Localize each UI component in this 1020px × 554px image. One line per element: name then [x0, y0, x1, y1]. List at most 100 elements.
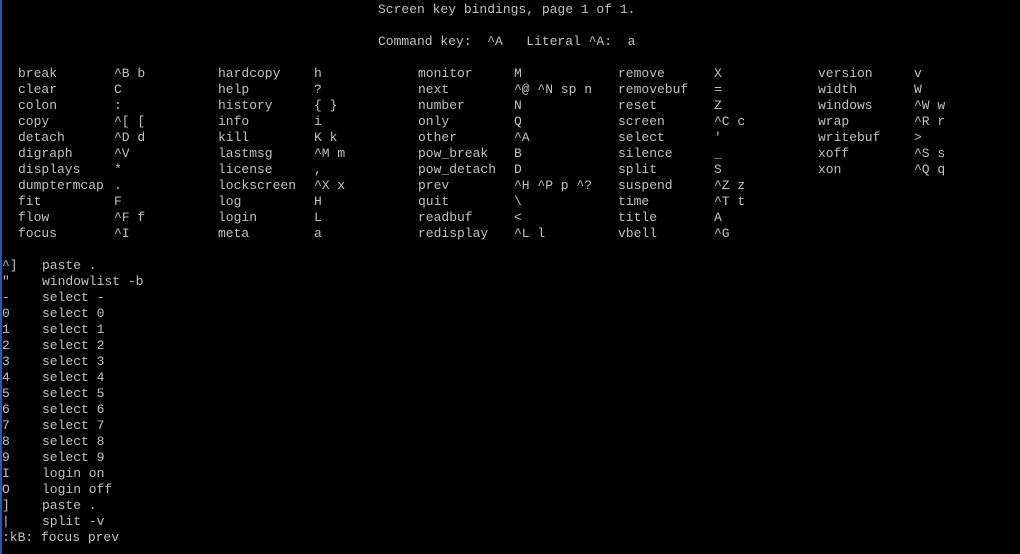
binding-command: xoff: [818, 146, 850, 161]
extra-binding-key: 4: [2, 370, 10, 385]
extra-binding-key: 6: [2, 402, 10, 417]
binding-command: license: [218, 162, 273, 177]
extra-binding-key: 0: [2, 306, 10, 321]
terminal-screen[interactable]: Screen key bindings, page 1 of 1. Comman…: [2, 0, 1020, 554]
extra-binding-command: login on: [42, 466, 105, 481]
binding-key: N: [514, 98, 522, 113]
binding-key: ^S s: [914, 146, 946, 161]
binding-key: ^V: [114, 146, 130, 161]
binding-key: X: [714, 66, 722, 81]
binding-key: ^M m: [314, 146, 346, 161]
binding-key: ^[ [: [114, 114, 146, 129]
extra-binding-command: select 0: [42, 306, 105, 321]
extra-binding-key: 1: [2, 322, 10, 337]
binding-key: .: [114, 178, 122, 193]
extra-binding-command: windowlist -b: [42, 274, 144, 289]
binding-command: lastmsg: [218, 146, 273, 161]
binding-command: only: [418, 114, 450, 129]
binding-command: readbuf: [418, 210, 473, 225]
binding-command: kill: [218, 130, 250, 145]
binding-key: F: [114, 194, 122, 209]
extra-binding-key: 5: [2, 386, 10, 401]
binding-command: history: [218, 98, 273, 113]
extra-binding-command: paste .: [42, 498, 97, 513]
binding-key: ': [714, 130, 722, 145]
binding-command: prev: [418, 178, 450, 193]
binding-key: =: [714, 82, 722, 97]
binding-key: A: [714, 210, 722, 225]
binding-command: other: [418, 130, 458, 145]
extra-binding-key: 2: [2, 338, 10, 353]
binding-key: ^I: [114, 226, 130, 241]
extra-binding-command: split -v: [42, 514, 105, 529]
binding-command: info: [218, 114, 250, 129]
binding-command: displays: [18, 162, 81, 177]
binding-key: ^T t: [714, 194, 746, 209]
binding-key: ^Z z: [714, 178, 746, 193]
binding-command: login: [218, 210, 258, 225]
binding-command: silence: [618, 146, 673, 161]
binding-key: M: [514, 66, 522, 81]
binding-key: { }: [314, 98, 338, 113]
binding-key: >: [914, 130, 922, 145]
binding-key: S: [714, 162, 722, 177]
binding-key: :: [114, 98, 122, 113]
command-key-line: Command key: ^A Literal ^A: a: [378, 34, 636, 49]
extra-binding-key: ^]: [2, 258, 18, 273]
footer-line: :kB: focus prev: [2, 530, 120, 545]
binding-command: pow_break: [418, 146, 489, 161]
binding-command: split: [618, 162, 658, 177]
binding-key: *: [114, 162, 122, 177]
binding-command: number: [418, 98, 465, 113]
binding-key: ^@ ^N sp n: [514, 82, 593, 97]
binding-command: break: [18, 66, 58, 81]
binding-key: K k: [314, 130, 338, 145]
binding-key: ^B b: [114, 66, 146, 81]
extra-binding-command: select 1: [42, 322, 105, 337]
binding-key: v: [914, 66, 922, 81]
binding-command: windows: [818, 98, 873, 113]
binding-command: flow: [18, 210, 50, 225]
binding-key: ^C c: [714, 114, 746, 129]
binding-key: ^G: [714, 226, 730, 241]
binding-key: _: [714, 146, 722, 161]
extra-binding-key: ]: [2, 498, 10, 513]
extra-binding-key: 9: [2, 450, 10, 465]
extra-binding-command: select 2: [42, 338, 105, 353]
binding-key: H: [314, 194, 322, 209]
binding-command: reset: [618, 98, 658, 113]
binding-key: ^A: [514, 130, 530, 145]
binding-command: remove: [618, 66, 665, 81]
binding-command: suspend: [618, 178, 673, 193]
binding-key: L: [314, 210, 322, 225]
extra-binding-key: O: [2, 482, 10, 497]
extra-binding-command: paste .: [42, 258, 97, 273]
binding-command: select: [618, 130, 665, 145]
binding-command: quit: [418, 194, 450, 209]
binding-key: ^Q q: [914, 162, 946, 177]
binding-key: B: [514, 146, 522, 161]
binding-command: pow_detach: [418, 162, 497, 177]
binding-command: version: [818, 66, 873, 81]
binding-command: redisplay: [418, 226, 489, 241]
extra-binding-key: I: [2, 466, 10, 481]
binding-command: wrap: [818, 114, 850, 129]
binding-command: vbell: [618, 226, 658, 241]
binding-command: time: [618, 194, 650, 209]
binding-key: C: [114, 82, 122, 97]
binding-key: ^X x: [314, 178, 346, 193]
binding-key: h: [314, 66, 322, 81]
extra-binding-key: -: [2, 290, 10, 305]
extra-binding-command: select 7: [42, 418, 105, 433]
binding-key: a: [314, 226, 322, 241]
binding-command: width: [818, 82, 858, 97]
extra-binding-key: ": [2, 274, 10, 289]
binding-command: help: [218, 82, 250, 97]
extra-binding-key: 8: [2, 434, 10, 449]
binding-key: Q: [514, 114, 522, 129]
binding-key: ^D d: [114, 130, 146, 145]
binding-command: detach: [18, 130, 65, 145]
extra-binding-command: select -: [42, 290, 105, 305]
binding-key: i: [314, 114, 322, 129]
binding-key: <: [514, 210, 522, 225]
